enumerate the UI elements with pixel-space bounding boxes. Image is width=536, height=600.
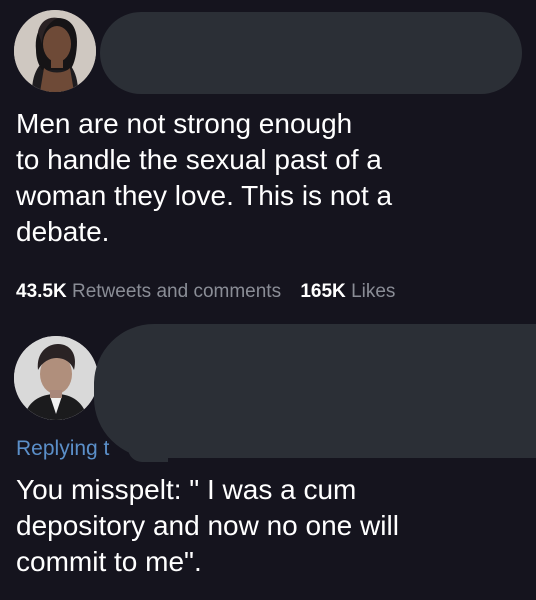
man-avatar-image [14,336,98,420]
retweets-label[interactable]: Retweets and comments [72,281,281,302]
tweet-stats: 43.5K Retweets and comments 165K Likes [16,278,395,306]
tweet-original[interactable]: Men are not strong enough to handle the … [0,0,536,322]
avatar[interactable] [14,10,96,92]
likes-label[interactable]: Likes [351,281,395,302]
likes-count: 165K [300,281,346,302]
woman-avatar-image [14,10,96,92]
replying-to-label[interactable]: Replying t [16,434,109,464]
avatar[interactable] [14,336,98,420]
retweets-count: 43.5K [16,281,67,302]
tweet-reply[interactable]: Replying t You misspelt: " I was a cum d… [0,322,536,600]
redacted-username [100,12,522,94]
tweet-text: Men are not strong enough to handle the … [16,108,393,247]
redacted-reply-handle [128,432,168,462]
tweet-text: You misspelt: " I was a cum depository a… [16,474,399,577]
